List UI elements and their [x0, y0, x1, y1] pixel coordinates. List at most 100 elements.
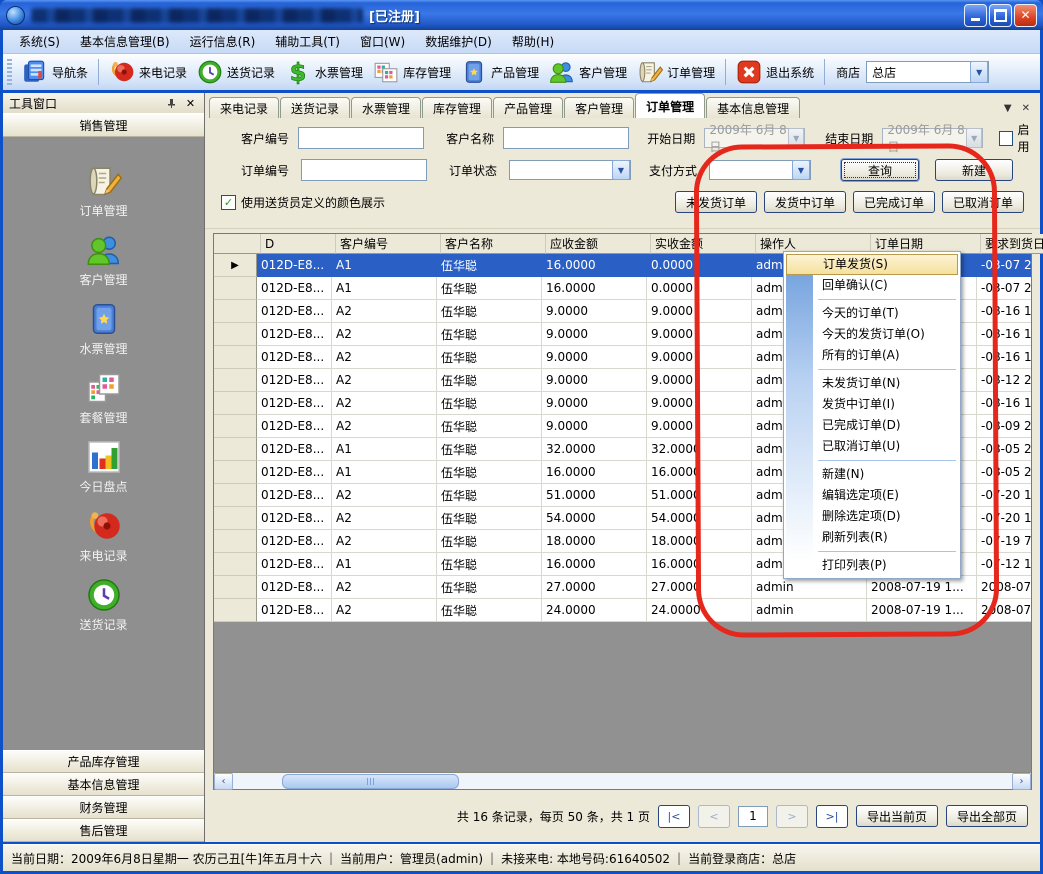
customer-no-input[interactable]	[298, 127, 424, 149]
order-no-input[interactable]	[301, 159, 427, 181]
sidebar-section[interactable]: 基本信息管理	[3, 773, 204, 796]
menu-item[interactable]: 辅助工具(T)	[265, 30, 350, 53]
scroll-right-icon[interactable]: ›	[1012, 773, 1031, 790]
tab[interactable]: 来电记录	[209, 97, 279, 118]
tab[interactable]: 产品管理	[493, 97, 563, 118]
toolbar-button[interactable]: 来电记录	[104, 57, 192, 87]
row-header-cell[interactable]	[214, 530, 257, 553]
row-header-cell[interactable]	[214, 277, 257, 300]
context-menu-item[interactable]: 未发货订单(N)	[786, 373, 958, 394]
row-header-cell[interactable]	[214, 507, 257, 530]
row-header-cell[interactable]	[214, 346, 257, 369]
pin-icon[interactable]	[164, 96, 179, 111]
order-status-filter-button[interactable]: 发货中订单	[764, 191, 846, 213]
next-page-button[interactable]: >	[776, 805, 808, 828]
column-header[interactable]: 客户名称	[441, 234, 546, 254]
customer-name-input[interactable]	[503, 127, 629, 149]
new-button[interactable]: 新建	[935, 159, 1013, 181]
row-header-cell[interactable]: ▶	[214, 254, 257, 277]
row-header-cell[interactable]	[214, 415, 257, 438]
scrollbar-thumb[interactable]	[282, 774, 459, 789]
toolbar-button[interactable]: 客户管理	[544, 57, 632, 87]
maximize-button[interactable]	[989, 4, 1012, 27]
table-row[interactable]: 012D-E8...A2伍华聪24.000024.0000admin2008-0…	[214, 599, 1031, 622]
toolbar-button[interactable]: $水票管理	[280, 57, 368, 87]
sidebar-item[interactable]: 水票管理	[44, 301, 164, 357]
context-menu-item[interactable]: 打印列表(P)	[786, 555, 958, 576]
last-page-button[interactable]: >|	[816, 805, 848, 828]
context-menu-item[interactable]: 回单确认(C)	[786, 275, 958, 296]
sidebar-item[interactable]: 订单管理	[44, 163, 164, 219]
menu-item[interactable]: 运行信息(R)	[180, 30, 266, 53]
table-row[interactable]: 012D-E8...A2伍华聪27.000027.0000admin2008-0…	[214, 576, 1031, 599]
sidebar-section[interactable]: 售后管理	[3, 819, 204, 842]
row-header-cell[interactable]	[214, 392, 257, 415]
scroll-left-icon[interactable]: ‹	[214, 773, 233, 790]
export-current-page-button[interactable]: 导出当前页	[856, 805, 938, 827]
menu-item[interactable]: 数据维护(D)	[415, 30, 502, 53]
context-menu-item[interactable]: 编辑选定项(E)	[786, 485, 958, 506]
pay-method-select[interactable]: ▼	[709, 160, 811, 180]
column-header[interactable]: 客户编号	[336, 234, 441, 254]
chevron-down-icon[interactable]: ▼	[966, 128, 982, 148]
chevron-down-icon[interactable]: ▼	[612, 160, 630, 180]
sidebar-item[interactable]: 来电记录	[44, 508, 164, 564]
sidebar-item[interactable]: 客户管理	[44, 232, 164, 288]
column-header[interactable]: 实收金额	[651, 234, 756, 254]
prev-page-button[interactable]: <	[698, 805, 730, 828]
close-button[interactable]: ✕	[1014, 4, 1037, 27]
tab[interactable]: 客户管理	[564, 97, 634, 118]
color-display-checkbox[interactable]: ✓	[221, 195, 236, 210]
context-menu-item[interactable]: 发货中订单(I)	[786, 394, 958, 415]
row-header-cell[interactable]	[214, 438, 257, 461]
row-header-cell[interactable]	[214, 484, 257, 507]
context-menu-item[interactable]: 今天的订单(T)	[786, 303, 958, 324]
context-menu-item[interactable]: 订单发货(S)	[786, 254, 958, 275]
export-all-pages-button[interactable]: 导出全部页	[946, 805, 1028, 827]
toolbar-button[interactable]: 送货记录	[192, 57, 280, 87]
page-number-input[interactable]: 1	[738, 806, 768, 827]
sidebar-section[interactable]: 财务管理	[3, 796, 204, 819]
context-menu-item[interactable]: 新建(N)	[786, 464, 958, 485]
context-menu-item[interactable]: 已完成订单(D)	[786, 415, 958, 436]
column-header[interactable]: 要求到货日期	[981, 234, 1043, 254]
toolbar-button[interactable]: 库存管理	[368, 57, 456, 87]
end-date-picker[interactable]: 2009年 6月 8日 ▼	[882, 128, 983, 148]
context-menu-item[interactable]: 所有的订单(A)	[786, 345, 958, 366]
toolbar-grip[interactable]	[7, 59, 12, 85]
tab[interactable]: 库存管理	[422, 97, 492, 118]
menu-item[interactable]: 帮助(H)	[502, 30, 564, 53]
tab[interactable]: 订单管理	[635, 93, 705, 118]
menu-item[interactable]: 窗口(W)	[350, 30, 415, 53]
row-header-cell[interactable]	[214, 576, 257, 599]
shop-select[interactable]: 总店 ▼	[866, 61, 989, 83]
close-icon[interactable]: ✕	[183, 96, 198, 111]
toolbar-button[interactable]: 订单管理	[632, 57, 720, 87]
minimize-button[interactable]	[964, 4, 987, 27]
row-header-cell[interactable]	[214, 300, 257, 323]
chevron-down-icon[interactable]: ▼	[970, 61, 988, 83]
chevron-down-icon[interactable]: ▼	[792, 160, 810, 180]
toolbar-button[interactable]: 产品管理	[456, 57, 544, 87]
chevron-down-icon[interactable]: ▼	[1004, 103, 1012, 114]
sidebar-item[interactable]: 送货记录	[44, 577, 164, 633]
order-status-select[interactable]: ▼	[509, 160, 631, 180]
context-menu-item[interactable]: 删除选定项(D)	[786, 506, 958, 527]
row-header-cell[interactable]	[214, 599, 257, 622]
column-header[interactable]: 应收金额	[546, 234, 651, 254]
context-menu-item[interactable]: 已取消订单(U)	[786, 436, 958, 457]
sidebar-item[interactable]: 今日盘点	[44, 439, 164, 495]
tab[interactable]: 水票管理	[351, 97, 421, 118]
row-header-cell[interactable]	[214, 323, 257, 346]
start-date-picker[interactable]: 2009年 6月 8日 ▼	[704, 128, 805, 148]
menu-item[interactable]: 系统(S)	[9, 30, 70, 53]
query-button[interactable]: 查询	[841, 159, 919, 181]
sidebar-item[interactable]: 套餐管理	[44, 370, 164, 426]
order-status-filter-button[interactable]: 已完成订单	[853, 191, 935, 213]
order-status-filter-button[interactable]: 已取消订单	[942, 191, 1024, 213]
sidebar-section-sales[interactable]: 销售管理	[3, 114, 204, 137]
row-header-cell[interactable]	[214, 553, 257, 576]
row-header-cell[interactable]	[214, 369, 257, 392]
column-header[interactable]: D	[261, 234, 336, 254]
enable-checkbox[interactable]	[999, 131, 1013, 146]
